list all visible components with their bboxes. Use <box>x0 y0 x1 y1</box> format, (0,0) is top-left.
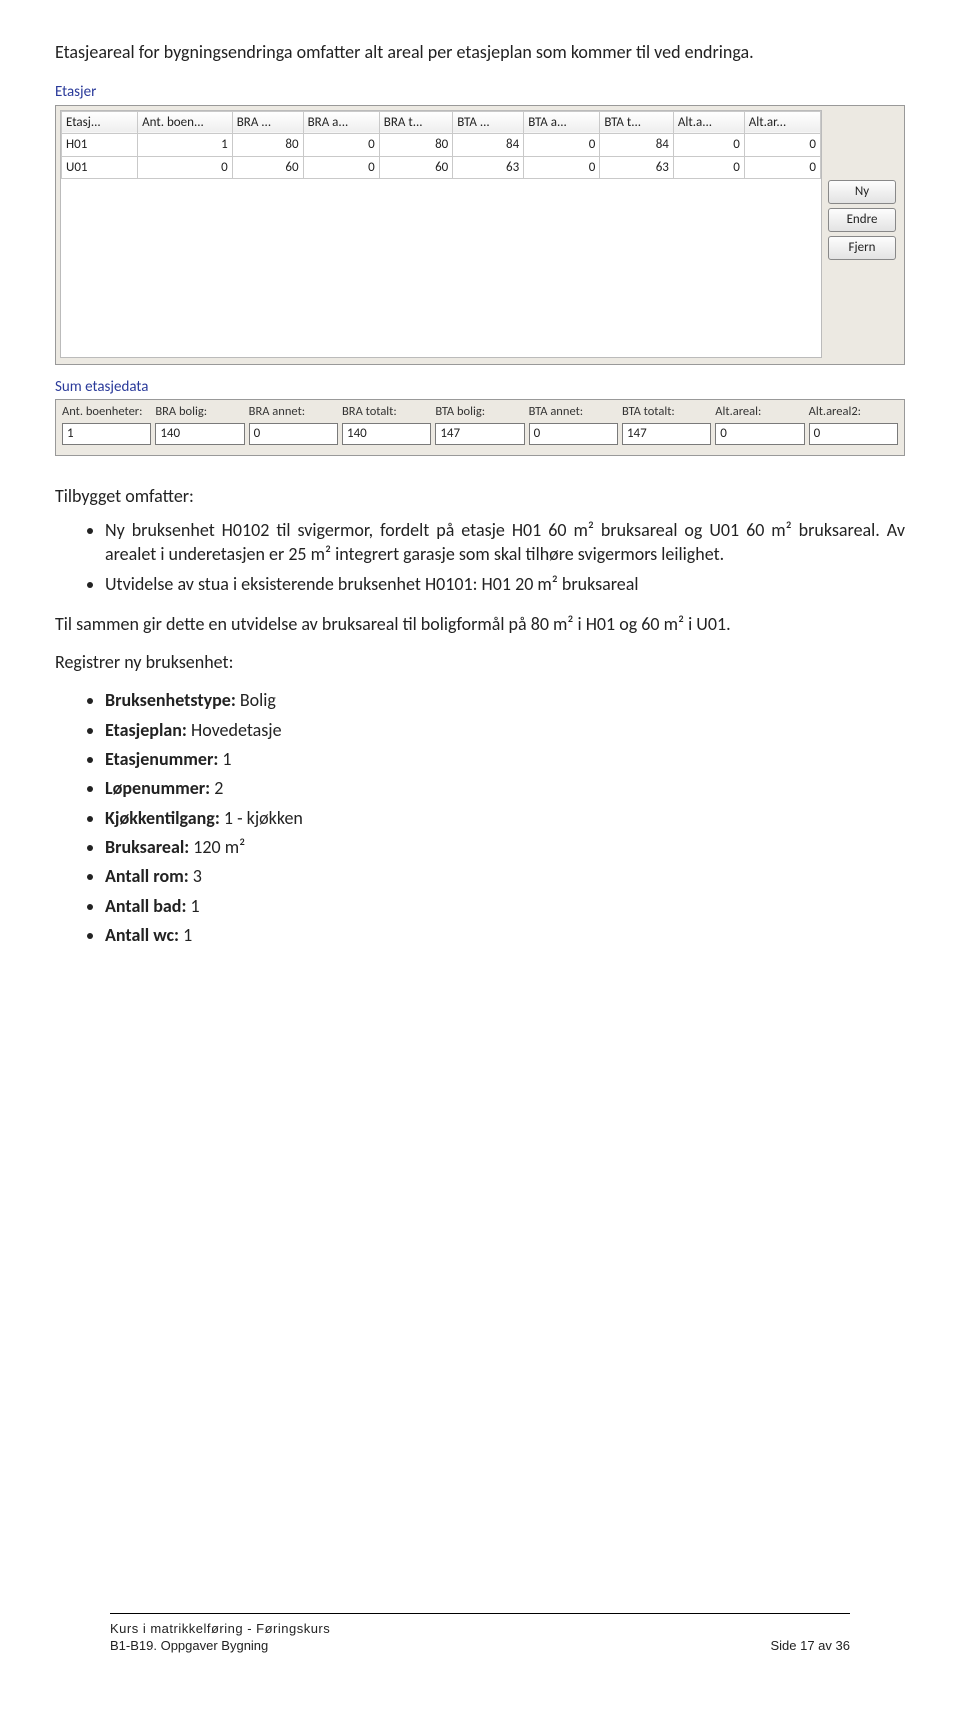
cell: 0 <box>524 134 600 157</box>
cell: 84 <box>453 134 524 157</box>
tilbygget-list: Ny bruksenhet H0102 til svigermor, forde… <box>55 518 905 596</box>
sum-value: 0 <box>715 423 804 445</box>
sum-label: BTA annet: <box>529 404 618 421</box>
field-label: Antall bad: <box>105 895 186 917</box>
field-value: 1 - kjøkken <box>220 807 303 829</box>
col-bra-t[interactable]: BRA t... <box>379 111 453 134</box>
sum-label: BTA bolig: <box>435 404 524 421</box>
col-ant-boen[interactable]: Ant. boen... <box>138 111 233 134</box>
cell: 80 <box>232 134 303 157</box>
list-item: Utvidelse av stua i eksisterende bruksen… <box>105 572 905 596</box>
list-item: Kjøkkentilgang: 1 - kjøkken <box>105 806 905 830</box>
sum-value: 140 <box>342 423 431 445</box>
cell: 80 <box>379 134 453 157</box>
sum-panel: Ant. boenheter: 1 BRA bolig: 140 BRA annet… <box>55 399 905 456</box>
sum-label: BRA annet: <box>249 404 338 421</box>
etasjer-header-row: Etasj... Ant. boen... BRA ... BRA a... B… <box>62 111 821 134</box>
col-bra-a[interactable]: BRA a... <box>303 111 379 134</box>
list-item: Bruksenhetstype: Bolig <box>105 688 905 712</box>
cell: 63 <box>600 156 674 179</box>
cell-etasj: U01 <box>62 156 138 179</box>
list-item: Etasjenummer: 1 <box>105 747 905 771</box>
field-label: Bruksareal: <box>105 836 189 858</box>
etasjer-panel: Etasj... Ant. boen... BRA ... BRA a... B… <box>55 105 905 365</box>
sum-panel-title: Sum etasjedata <box>55 377 905 397</box>
intro-text: Etasjeareal for bygningsendringa omfatte… <box>55 40 905 64</box>
cell: 0 <box>138 156 233 179</box>
etasjer-table: Etasj... Ant. boen... BRA ... BRA a... B… <box>61 111 821 180</box>
register-list: Bruksenhetstype: Bolig Etasjeplan: Hoved… <box>55 688 905 947</box>
field-value: 1 <box>186 895 199 917</box>
cell: 0 <box>744 156 820 179</box>
cell: 60 <box>379 156 453 179</box>
sum-value: 140 <box>155 423 244 445</box>
table-row[interactable]: U01 0 60 0 60 63 0 63 0 0 <box>62 156 821 179</box>
field-label: Antall wc: <box>105 924 179 946</box>
sum-label: BRA bolig: <box>155 404 244 421</box>
cell: 84 <box>600 134 674 157</box>
cell: 0 <box>673 134 744 157</box>
cell: 0 <box>303 134 379 157</box>
endre-button[interactable]: Endre <box>828 208 896 232</box>
field-value: 1 <box>179 924 192 946</box>
field-value: 120 m² <box>189 836 245 858</box>
footer-page: Side 17 av 36 <box>770 1637 850 1655</box>
field-label: Antall rom: <box>105 865 189 887</box>
field-value: 1 <box>218 748 231 770</box>
list-item: Antall bad: 1 <box>105 894 905 918</box>
sum-value: 147 <box>622 423 711 445</box>
field-value: 3 <box>189 865 202 887</box>
sum-value: 147 <box>435 423 524 445</box>
field-value: 2 <box>210 777 223 799</box>
list-item: Etasjeplan: Hovedetasje <box>105 718 905 742</box>
sum-value: 0 <box>529 423 618 445</box>
table-row[interactable]: H01 1 80 0 80 84 0 84 0 0 <box>62 134 821 157</box>
sum-label: BRA totalt: <box>342 404 431 421</box>
list-item: Antall wc: 1 <box>105 923 905 947</box>
footer-course: Kurs i matrikkelføring - Føringskurs <box>110 1620 850 1638</box>
field-label: Løpenummer: <box>105 777 210 799</box>
cell: 63 <box>453 156 524 179</box>
list-item: Ny bruksenhet H0102 til svigermor, forde… <box>105 518 905 567</box>
sum-label: Ant. boenheter: <box>62 404 151 421</box>
field-value: Hovedetasje <box>187 719 282 741</box>
col-etasj[interactable]: Etasj... <box>62 111 138 134</box>
col-alt-ar[interactable]: Alt.ar... <box>744 111 820 134</box>
cell: 0 <box>303 156 379 179</box>
col-bta-t[interactable]: BTA t... <box>600 111 674 134</box>
sum-value: 0 <box>249 423 338 445</box>
field-value: Bolig <box>236 689 276 711</box>
ny-button[interactable]: Ny <box>828 180 896 204</box>
cell: 60 <box>232 156 303 179</box>
list-item: Løpenummer: 2 <box>105 776 905 800</box>
cell-etasj: H01 <box>62 134 138 157</box>
page-footer: Kurs i matrikkelføring - Føringskurs B1-… <box>110 1613 850 1655</box>
footer-left: B1-B19. Oppgaver Bygning <box>110 1637 268 1655</box>
field-label: Kjøkkentilgang: <box>105 807 220 829</box>
col-bta-a[interactable]: BTA a... <box>524 111 600 134</box>
cell: 0 <box>524 156 600 179</box>
field-label: Etasjenummer: <box>105 748 218 770</box>
tilbygget-heading: Tilbygget omfatter: <box>55 484 905 508</box>
sum-label: Alt.areal2: <box>809 404 898 421</box>
etasjer-panel-title: Etasjer <box>55 82 905 102</box>
fjern-button[interactable]: Fjern <box>828 236 896 260</box>
field-label: Etasjeplan: <box>105 719 187 741</box>
list-item: Antall rom: 3 <box>105 864 905 888</box>
col-alt-a[interactable]: Alt.a... <box>673 111 744 134</box>
summary-text: Til sammen gir dette en utvidelse av bru… <box>55 612 905 636</box>
sum-value: 1 <box>62 423 151 445</box>
cell: 0 <box>744 134 820 157</box>
sum-label: Alt.areal: <box>715 404 804 421</box>
field-label: Bruksenhetstype: <box>105 689 236 711</box>
col-bra[interactable]: BRA ... <box>232 111 303 134</box>
sum-label: BTA totalt: <box>622 404 711 421</box>
list-item: Bruksareal: 120 m² <box>105 835 905 859</box>
sum-value: 0 <box>809 423 898 445</box>
cell: 0 <box>673 156 744 179</box>
register-heading: Registrer ny bruksenhet: <box>55 650 905 674</box>
col-bta[interactable]: BTA ... <box>453 111 524 134</box>
cell: 1 <box>138 134 233 157</box>
